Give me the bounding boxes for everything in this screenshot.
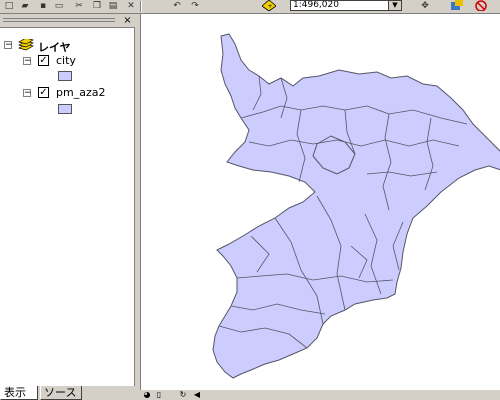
tab-display[interactable]: 表示	[0, 386, 38, 400]
toc-titlebar: ×	[0, 14, 135, 28]
identify-icon[interactable]	[450, 0, 464, 11]
table-of-contents: × − レイヤ − ✓ city − ✓ pm_aza2	[0, 14, 135, 386]
scroll-left-icon[interactable]: ◀	[192, 390, 202, 400]
page-layout-icon[interactable]: ▯	[154, 390, 164, 400]
map-canvas	[212, 33, 500, 379]
toc-tab-strip: 表示 ソース	[0, 386, 135, 400]
standard-toolbar: □ ▰ ▪ ▭ ✂ ❐ ▤ ✕ ↶ ↷ + 1:496,020 ▼ ✥	[0, 0, 500, 14]
map-scale-value: 1:496,020	[293, 0, 339, 10]
open-icon[interactable]: ▰	[18, 0, 32, 11]
undo-icon[interactable]: ↶	[170, 0, 184, 11]
map-scale-input[interactable]: 1:496,020	[290, 0, 402, 11]
layer-name[interactable]: city	[56, 54, 76, 67]
new-document-icon[interactable]: □	[2, 0, 16, 11]
add-data-icon[interactable]: +	[262, 0, 276, 11]
layer-name[interactable]: pm_aza2	[56, 86, 105, 99]
paste-icon[interactable]: ▤	[106, 0, 120, 11]
svg-text:+: +	[268, 3, 273, 10]
globe-icon[interactable]: ◕	[142, 390, 152, 400]
layer-visibility-checkbox[interactable]: ✓	[38, 87, 49, 98]
delete-icon[interactable]: ✕	[124, 0, 138, 11]
cut-icon[interactable]: ✂	[72, 0, 86, 11]
print-icon[interactable]: ▭	[52, 0, 66, 11]
landmass-polygon	[212, 33, 500, 379]
refresh-icon[interactable]: ↻	[178, 390, 188, 400]
map-scale-dropdown-arrow[interactable]: ▼	[388, 0, 402, 11]
tab-source[interactable]: ソース	[40, 386, 82, 400]
map-display[interactable]	[140, 14, 500, 390]
layer-symbol-swatch[interactable]	[58, 104, 72, 114]
layer-visibility-checkbox[interactable]: ✓	[38, 55, 49, 66]
copy-icon[interactable]: ❐	[90, 0, 104, 11]
redo-icon[interactable]: ↷	[188, 0, 202, 11]
select-features-icon[interactable]: ✥	[418, 0, 432, 11]
collapse-icon[interactable]: −	[4, 41, 13, 50]
tab-display-label: 表示	[4, 386, 26, 399]
close-icon[interactable]: ×	[122, 15, 133, 26]
layers-icon	[18, 37, 34, 51]
stop-icon[interactable]	[474, 0, 488, 11]
save-icon[interactable]: ▪	[36, 0, 50, 11]
toc-root-label[interactable]: レイヤ	[38, 39, 71, 55]
map-features	[212, 33, 500, 379]
collapse-icon[interactable]: −	[23, 57, 32, 66]
collapse-icon[interactable]: −	[23, 89, 32, 98]
layer-symbol-swatch[interactable]	[58, 71, 72, 81]
map-navigation-bar: ◕ ▯ ↻ ◀	[140, 390, 500, 400]
tab-source-label: ソース	[44, 386, 77, 399]
